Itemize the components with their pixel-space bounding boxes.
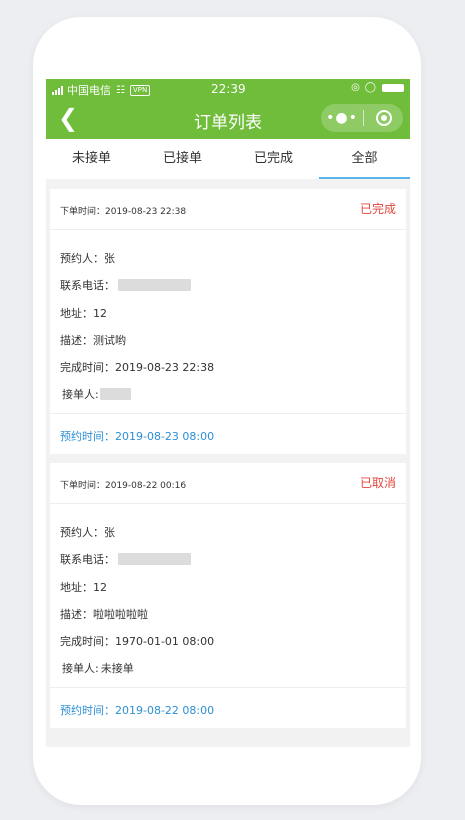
order-time: 下单时间：2019-08-22 00:16 [60,481,187,491]
tab-completed[interactable]: 已完成 [228,139,319,179]
appointment-time: 预约时间：2019-08-23 08:00 [60,430,215,443]
receiver-row: 接单人: [62,386,131,402]
finish-time-row: 完成时间：1970-01-01 08:00 [60,633,214,649]
tab-all[interactable]: 全部 [319,139,410,179]
finish-time-text: 完成时间：2019-08-23 22:38 [60,361,215,374]
signal-icon [52,85,64,95]
tab-pending[interactable]: 未接单 [46,139,137,179]
status-right: ◎ ◯ [346,82,404,93]
status-badge: 已完成 [359,202,396,216]
status-time: 22:39 [211,82,246,96]
battery-icon [382,83,404,92]
address-text: 地址：12 [60,581,107,594]
status-left: 中国电信 ☷ VPN [52,82,151,98]
phone-row: 联系电话： [60,277,191,293]
receiver-value: 未接单 [100,662,134,675]
carrier-name: 中国电信 [67,84,111,97]
order-card[interactable]: 下单时间：2019-08-23 22:38 已完成 预约人：张 联系电话： 地址… [50,189,406,454]
receiver-label: 接单人: [62,388,99,401]
description-text: 描述：测试哟 [60,334,126,347]
finish-time-row: 完成时间：2019-08-23 22:38 [60,359,214,375]
booker-row: 预约人：张 [60,524,115,540]
wifi-icon: ☷ [116,84,125,96]
phone-redacted [118,279,191,291]
phone-frame: 中国电信 ☷ VPN 22:39 ◎ ◯ ❮ 订单列表 •●• 未接单 已接单 [33,17,421,805]
order-card-body: 预约人：张 联系电话： 地址：12 描述：啦啦啦啦啦 完成时间：1970-01-… [50,504,406,688]
booker-text: 预约人：张 [60,526,115,539]
booker-row: 预约人：张 [60,250,115,266]
phone-row: 联系电话： [60,551,191,567]
status-bar: 中国电信 ☷ VPN 22:39 ◎ ◯ [46,79,410,98]
finish-time-text: 完成时间：1970-01-01 08:00 [60,635,215,648]
address-text: 地址：12 [60,307,107,320]
phone-redacted [118,553,191,565]
target-circle-icon[interactable] [364,110,403,126]
location-icon: ◎ [351,82,360,93]
alarm-icon: ◯ [364,82,376,93]
address-row: 地址：12 [60,579,107,595]
order-card-footer: 预约时间：2019-08-23 08:00 [50,414,406,454]
appointment-time: 预约时间：2019-08-22 08:00 [60,704,215,717]
description-text: 描述：啦啦啦啦啦 [60,608,148,621]
order-tabs: 未接单 已接单 已完成 全部 [46,139,410,179]
order-time: 下单时间：2019-08-23 22:38 [60,207,187,217]
address-row: 地址：12 [60,305,107,321]
order-card-header: 下单时间：2019-08-22 00:16 已取消 [50,463,406,504]
more-dots-icon[interactable]: •●• [321,110,363,126]
phone-label: 联系电话： [60,553,115,566]
app-screen: 中国电信 ☷ VPN 22:39 ◎ ◯ ❮ 订单列表 •●• 未接单 已接单 [46,79,410,747]
order-card-header: 下单时间：2019-08-23 22:38 已完成 [50,189,406,230]
receiver-redacted [99,388,131,400]
tab-accepted[interactable]: 已接单 [137,139,228,179]
status-badge: 已取消 [359,476,396,490]
booker-text: 预约人：张 [60,252,115,265]
description-row: 描述：啦啦啦啦啦 [60,606,148,622]
receiver-row: 接单人: 未接单 [62,660,134,676]
mini-program-capsule: •●• [321,104,403,132]
order-card-body: 预约人：张 联系电话： 地址：12 描述：测试哟 完成时间：2019-08-23… [50,230,406,414]
order-card-footer: 预约时间：2019-08-22 08:00 [50,688,406,728]
navigation-bar: ❮ 订单列表 •●• [46,98,410,139]
order-card[interactable]: 下单时间：2019-08-22 00:16 已取消 预约人：张 联系电话： 地址… [50,463,406,728]
vpn-badge: VPN [129,84,151,96]
description-row: 描述：测试哟 [60,332,126,348]
receiver-label: 接单人: [62,662,99,675]
phone-label: 联系电话： [60,279,115,292]
